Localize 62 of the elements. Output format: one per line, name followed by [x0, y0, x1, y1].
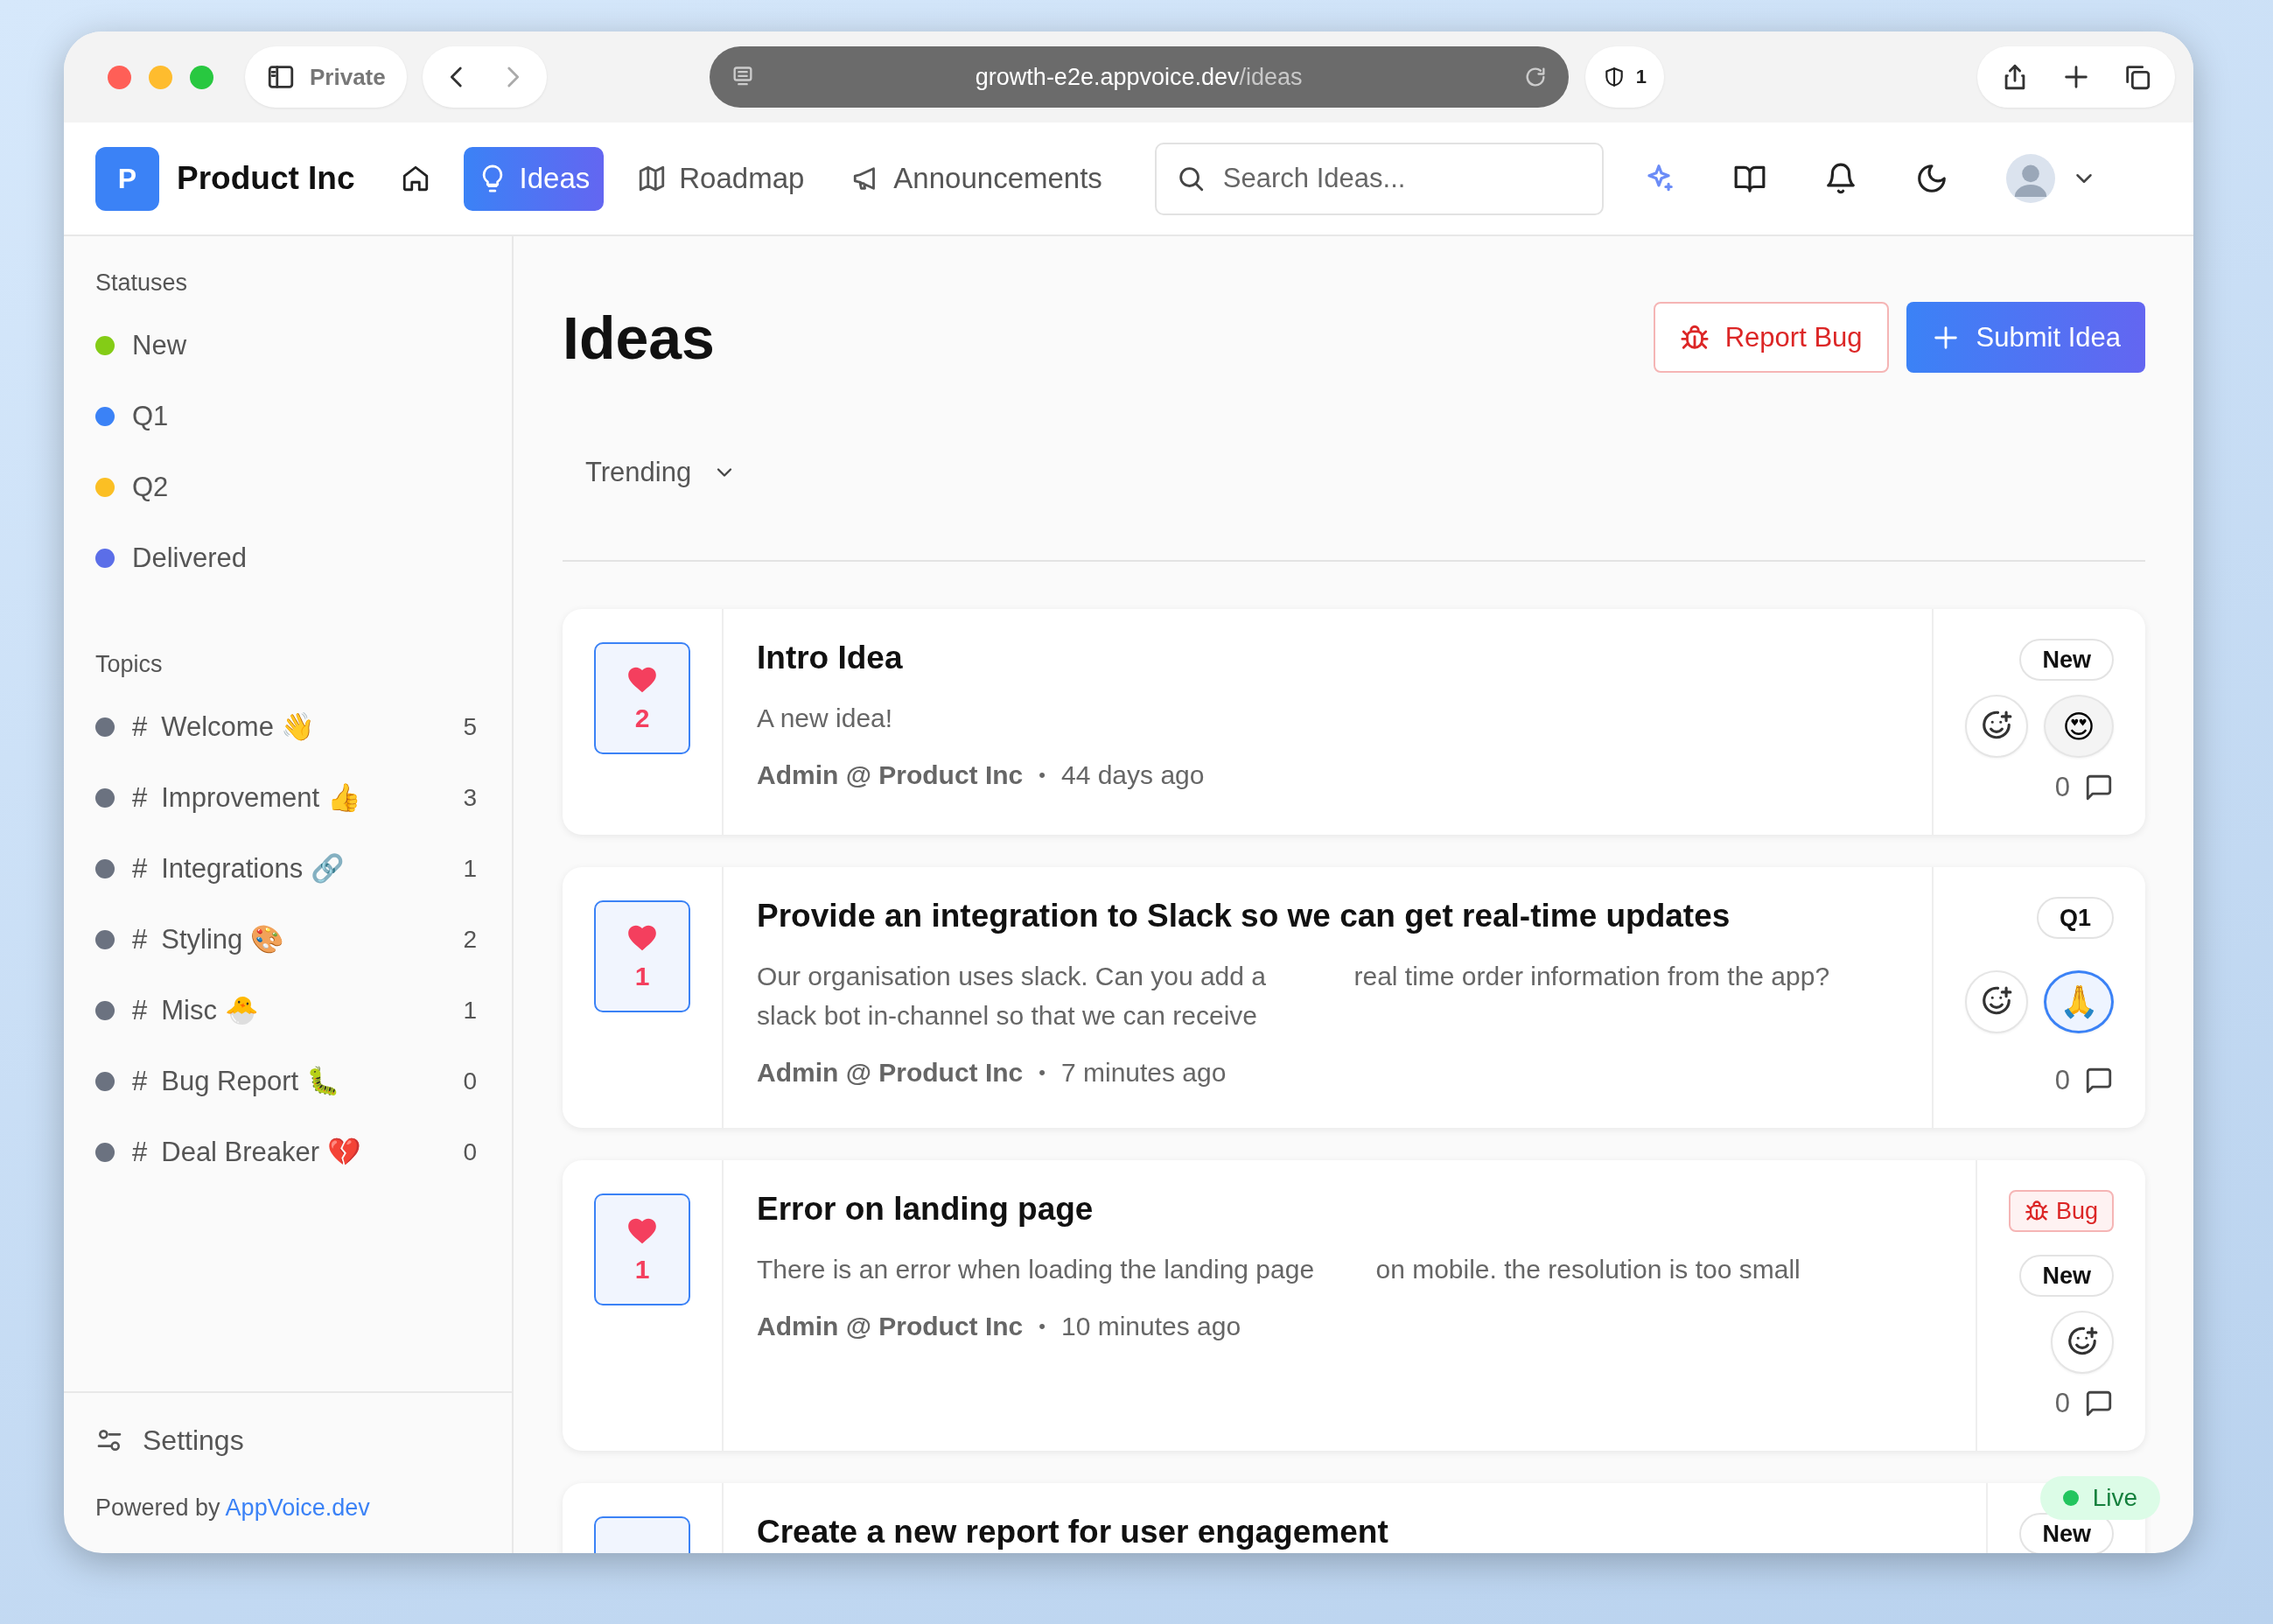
separator-dot: •: [1039, 764, 1046, 787]
bug-icon: [2024, 1199, 2049, 1223]
topic-item[interactable]: # Bug Report 🐛 0: [95, 1046, 512, 1116]
bug-tag: Bug: [2008, 1190, 2114, 1232]
comment-icon: [2084, 773, 2114, 802]
separator-dot: •: [1039, 1061, 1046, 1084]
nav-tab[interactable]: Ideas: [463, 146, 605, 211]
nav-tab[interactable]: Roadmap: [623, 146, 819, 211]
page-title: Ideas: [563, 303, 715, 372]
close-button[interactable]: [108, 65, 131, 89]
status-pill: New: [2019, 1255, 2114, 1297]
comment-icon: [2084, 1389, 2114, 1418]
submit-idea-button[interactable]: Submit Idea: [1906, 302, 2145, 373]
comment-count[interactable]: 0: [2054, 772, 2114, 803]
reaction-button[interactable]: 😍: [2044, 695, 2114, 758]
timestamp: 7 minutes ago: [1060, 1058, 1227, 1088]
search-field[interactable]: Search Ideas...: [1154, 142, 1604, 215]
topic-item[interactable]: # Styling 🎨 2: [95, 904, 512, 975]
comment-count[interactable]: 0: [2054, 1065, 2114, 1096]
topic-item[interactable]: # Improvement 👍 3: [95, 762, 512, 833]
logo[interactable]: P: [95, 146, 159, 211]
idea-title[interactable]: Error on landing page: [757, 1188, 1942, 1230]
appvoice-link[interactable]: AppVoice.dev: [225, 1494, 370, 1521]
topic-item[interactable]: # Deal Breaker 💔 0: [95, 1116, 512, 1187]
idea-title[interactable]: Intro Idea: [757, 637, 1899, 679]
topic-item[interactable]: # Misc 🐣 1: [95, 975, 512, 1046]
private-sidebar-button[interactable]: Private: [245, 46, 407, 108]
idea-description: A new idea!: [757, 703, 894, 734]
section-heading: Topics: [95, 649, 164, 679]
timestamp: 44 days ago: [1060, 760, 1205, 790]
nav-tab[interactable]: Announcements: [837, 146, 1116, 211]
address-bar[interactable]: growth-e2e.appvoice.dev/ideas: [709, 46, 1569, 108]
sort-dropdown[interactable]: Trending: [585, 446, 738, 499]
comment-count[interactable]: 0: [2054, 1388, 2114, 1419]
shield-button[interactable]: 1: [1584, 46, 1664, 108]
author-name: Admin @ Product Inc: [757, 1058, 1024, 1088]
timestamp: 10 minutes ago: [1060, 1312, 1241, 1341]
section-heading: Statuses: [95, 268, 189, 298]
status-pill: New: [2019, 639, 2114, 681]
author-name: Admin @ Product Inc: [757, 1312, 1024, 1341]
settings-link[interactable]: Settings: [95, 1414, 480, 1466]
brand-name[interactable]: Product Inc: [177, 160, 355, 197]
idea-card[interactable]: [563, 867, 2145, 1128]
status-item[interactable]: Q2: [95, 452, 512, 522]
comment-icon: [2084, 1066, 2114, 1096]
idea-description: Our organisation uses slack. Can you add a slack bot in-channel so that we can receive real time order information from the app?: [757, 961, 1831, 1032]
live-badge: Live: [2039, 1476, 2160, 1520]
separator-dot: •: [1039, 1315, 1046, 1338]
author-name: Admin @ Product Inc: [757, 760, 1024, 790]
idea-title[interactable]: Create a new report for user engagement: [757, 1511, 1954, 1553]
report-bug-button[interactable]: Report Bug: [1653, 302, 1889, 373]
idea-card[interactable]: 1 Error on landing page There is an error when loading the landing page on mobile. the resolution is too small Admin @ Product Inc • 10 minutes ago Bug New 0: [563, 1160, 2145, 1451]
powered-by-text: Powered by: [95, 1494, 220, 1521]
status-item[interactable]: Q1: [95, 381, 512, 452]
topic-item[interactable]: # Welcome 👋 5: [95, 691, 512, 762]
status-item[interactable]: New: [95, 310, 512, 381]
idea-title[interactable]: Provide an integration to Slack so we can get real-time updates: [757, 895, 1899, 937]
topic-item[interactable]: # Integrations 🔗 1: [95, 833, 512, 904]
status-pill: Q1: [2036, 897, 2114, 939]
idea-card[interactable]: 2 Intro Idea A new idea! Admin @ Product Inc • 44 days ago New 😍 0: [563, 609, 2145, 835]
status-item[interactable]: Delivered: [95, 522, 512, 593]
idea-description: There is an error when loading the landing page on mobile. the resolution is too small: [757, 1254, 1801, 1285]
